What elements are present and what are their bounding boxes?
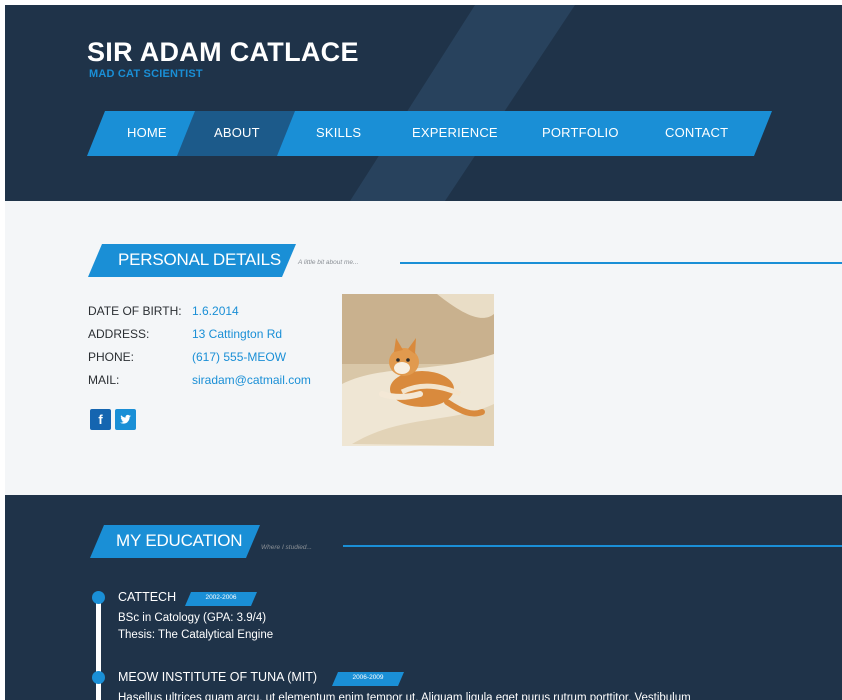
main-nav: HOME ABOUT SKILLS EXPERIENCE PORTFOLIO C… bbox=[87, 111, 772, 156]
education-detail: Thesis: The Catalytical Engine bbox=[118, 629, 274, 641]
detail-row-mail: MAIL: siradam@catmail.com bbox=[88, 373, 338, 389]
nav-home[interactable]: HOME bbox=[127, 125, 167, 140]
nav-experience[interactable]: EXPERIENCE bbox=[412, 125, 498, 140]
site-name: SIR ADAM CATLACE bbox=[87, 37, 359, 67]
detail-value[interactable]: siradam@catmail.com bbox=[192, 373, 311, 387]
section-title: PERSONAL DETAILS bbox=[118, 250, 282, 269]
profile-photo bbox=[342, 294, 494, 446]
year-badge: 2002-2006 bbox=[185, 592, 257, 606]
school-name: MEOW INSTITUTE OF TUNA (MIT) bbox=[118, 670, 318, 684]
nav-skills[interactable]: SKILLS bbox=[316, 125, 361, 140]
personal-details-section: PERSONAL DETAILS A little bit about me..… bbox=[5, 201, 842, 495]
school-name: CATTECH bbox=[118, 590, 177, 604]
nav-portfolio[interactable]: PORTFOLIO bbox=[542, 125, 619, 140]
twitter-bird-glyph bbox=[120, 414, 131, 424]
cat-photo-illustration bbox=[342, 294, 494, 446]
detail-label: ADDRESS: bbox=[88, 327, 150, 341]
education-heading: MY EDUCATION bbox=[90, 525, 260, 558]
section-subtitle: A little bit about me... bbox=[298, 259, 359, 266]
section-divider bbox=[343, 545, 842, 547]
timeline-line bbox=[96, 595, 101, 700]
detail-label: PHONE: bbox=[88, 350, 135, 364]
section-divider bbox=[400, 262, 842, 264]
detail-label: DATE OF BIRTH: bbox=[88, 304, 182, 318]
detail-value: 1.6.2014 bbox=[192, 304, 239, 318]
header-diagonal-stripe bbox=[350, 5, 575, 201]
education-section: MY EDUCATION Where I studied... CATTECH … bbox=[5, 495, 842, 700]
year-badge: 2006-2009 bbox=[332, 672, 404, 686]
twitter-icon[interactable] bbox=[115, 409, 136, 430]
detail-row-phone: PHONE: (617) 555-MEOW bbox=[88, 350, 338, 366]
year-range: 2002-2006 bbox=[205, 594, 237, 601]
section-title: MY EDUCATION bbox=[116, 531, 243, 550]
year-range: 2006-2009 bbox=[352, 674, 384, 681]
section-subtitle: Where I studied... bbox=[261, 544, 312, 551]
timeline-dot bbox=[92, 591, 105, 604]
detail-row-address: ADDRESS: 13 Cattington Rd bbox=[88, 327, 338, 343]
nav-about[interactable]: ABOUT bbox=[214, 125, 260, 140]
education-detail: BSc in Catology (GPA: 3.9/4) bbox=[118, 612, 267, 624]
detail-value[interactable]: (617) 555-MEOW bbox=[192, 350, 286, 364]
detail-value: 13 Cattington Rd bbox=[192, 327, 283, 341]
facebook-icon[interactable]: f bbox=[90, 409, 111, 430]
detail-row-dob: DATE OF BIRTH: 1.6.2014 bbox=[88, 304, 338, 320]
detail-label: MAIL: bbox=[88, 373, 120, 387]
site-tagline: MAD CAT SCIENTIST bbox=[89, 68, 203, 80]
personal-details-heading: PERSONAL DETAILS bbox=[88, 244, 296, 277]
site-header: SIR ADAM CATLACE MAD CAT SCIENTIST HOME … bbox=[5, 5, 842, 201]
timeline-dot bbox=[92, 671, 105, 684]
nav-contact[interactable]: CONTACT bbox=[665, 125, 728, 140]
resume-page: SIR ADAM CATLACE MAD CAT SCIENTIST HOME … bbox=[5, 5, 842, 700]
education-detail: Hasellus ultrices quam arcu, ut elementu… bbox=[118, 692, 691, 700]
